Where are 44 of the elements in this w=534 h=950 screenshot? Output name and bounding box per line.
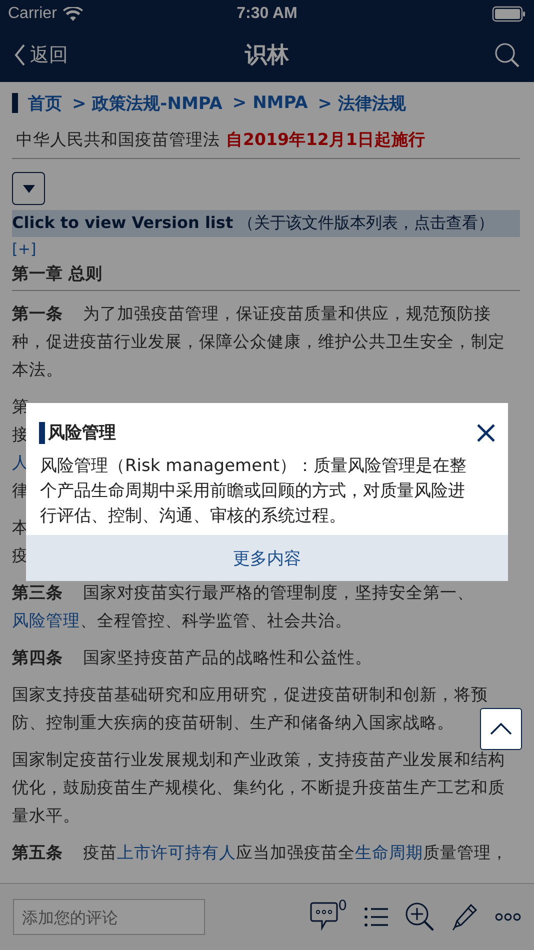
article-paragraph: 第四条 国家坚持疫苗产品的战略性和公益性。	[12, 647, 373, 669]
more-content-button[interactable]: 更多内容	[26, 535, 508, 581]
effective-date: 自2019年12月1日起施行	[226, 129, 426, 151]
chevron-up-icon	[489, 722, 513, 736]
wifi-icon	[62, 7, 83, 21]
comment-count: 0	[338, 898, 347, 914]
article-paragraph: 第一条 为了加强疫苗管理，保证疫苗质量和供应，规范预防接种，促进疫苗行业发展，保障公众健康，维护公共卫生安全，制定本法。	[12, 303, 506, 381]
zoom-in-icon[interactable]	[405, 902, 435, 932]
comment-icon[interactable]	[310, 901, 338, 933]
term-link[interactable]: 上市许可持有人	[117, 843, 236, 862]
breadcrumb-link[interactable]: > 政策法规-NMPA	[72, 92, 222, 114]
list-icon[interactable]	[364, 906, 388, 928]
term-link[interactable]: 生命周期	[355, 843, 423, 862]
popup-title: 风险管理	[48, 422, 116, 444]
article-paragraph: 第五条 疫苗上市许可持有人应当加强疫苗全生命周期质量管理，	[12, 842, 509, 864]
document-title: 中华人民共和国疫苗管理法	[16, 129, 220, 151]
chapter-heading: 第一章 总则	[12, 258, 520, 291]
close-icon[interactable]	[476, 422, 496, 442]
expand-link[interactable]: [+]	[12, 240, 36, 258]
article-paragraph: 国家制定疫苗行业发展规划和产业政策，支持疫苗产业发展和结构优化，鼓励疫苗生产规模化、集约化，不断提升疫苗生产工艺和质量水平。	[12, 749, 506, 827]
text-fragment: 疫	[12, 545, 29, 567]
comment-field[interactable]: 添加您的评论	[13, 899, 205, 935]
carrier-label: Carrier	[8, 5, 57, 23]
version-list-link[interactable]: Click to view Version list （关于该文件版本列表，点击查看）	[12, 210, 520, 237]
chevron-left-icon	[14, 43, 26, 67]
more-icon[interactable]	[495, 913, 521, 921]
breadcrumb-link[interactable]: 首页	[28, 92, 62, 114]
pen-icon[interactable]	[452, 903, 478, 931]
dropdown-button[interactable]	[12, 172, 45, 205]
search-icon[interactable]	[494, 42, 520, 68]
article-paragraph: 国家支持疫苗基础研究和应用研究，促进疫苗研制和创新，将预防、控制重大疾病的疫苗研制、生产和储备纳入国家战略。	[12, 684, 489, 734]
breadcrumb-link[interactable]: > NMPA	[232, 93, 308, 113]
status-time: 7:30 AM	[236, 5, 298, 23]
battery-icon	[492, 6, 526, 22]
section-marker	[12, 93, 18, 113]
article-paragraph: 第三条 国家对疫苗实行最严格的管理制度，坚持安全第一、 风险管理、全程管控、科学监管、社会共治。	[12, 582, 475, 632]
section-marker	[39, 422, 45, 444]
caret-down-icon	[22, 184, 34, 192]
popup-text: 风险管理（Risk management）：质量风险管理是在整个产品生命周期中采用前瞻或回顾的方式，对质量风险进行评估、控制、沟通、审核的系统过程。	[39, 455, 468, 528]
term-link[interactable]: 风险管理	[12, 611, 80, 630]
back-to-top-button[interactable]	[480, 708, 522, 750]
breadcrumb-link[interactable]: > 法律法规	[318, 92, 406, 114]
page-title: 识林	[245, 42, 289, 70]
back-button[interactable]: 返回	[14, 42, 68, 68]
